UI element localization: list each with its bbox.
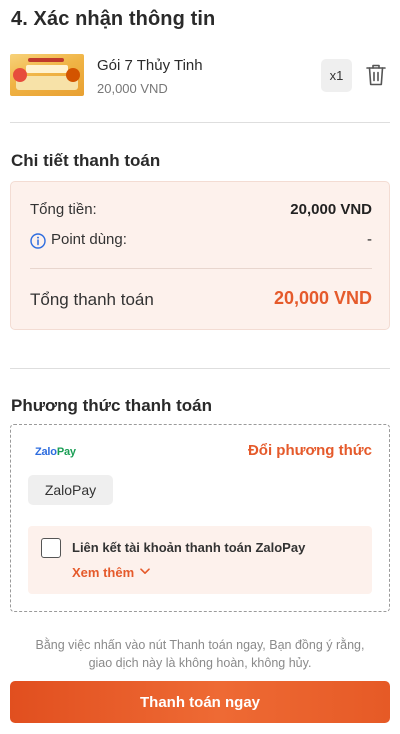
divider: [10, 368, 390, 369]
product-name: Gói 7 Thủy Tinh: [97, 57, 203, 74]
product-row: Gói 7 Thủy Tinh 20,000 VND x1: [10, 54, 390, 100]
link-account-label[interactable]: Liên kết tài khoản thanh toán ZaloPay: [72, 540, 305, 555]
page-title: 4. Xác nhận thông tin: [11, 8, 216, 30]
divider: [30, 268, 372, 269]
chevron-down-icon[interactable]: [140, 568, 150, 575]
see-more-link[interactable]: Xem thêm: [72, 565, 134, 580]
link-account-checkbox[interactable]: [41, 538, 61, 558]
selected-method-chip[interactable]: ZaloPay: [28, 475, 113, 505]
divider: [10, 122, 390, 123]
payment-summary-box: Tổng tiền: 20,000 VND Point dùng: - Tổng…: [10, 181, 390, 330]
quantity-badge[interactable]: x1: [321, 59, 352, 92]
zalopay-logo: ZaloPay: [35, 446, 76, 458]
payment-detail-title: Chi tiết thanh toán: [11, 151, 161, 170]
link-account-panel: Liên kết tài khoản thanh toán ZaloPay Xe…: [28, 526, 372, 594]
total-label: Tổng thanh toán: [30, 290, 154, 309]
disclaimer-text: Bằng việc nhấn vào nút Thanh toán ngay, …: [35, 638, 365, 670]
payment-method-box: ZaloPay Đổi phương thức ZaloPay Liên kết…: [10, 424, 390, 612]
subtotal-label: Tổng tiền:: [30, 201, 97, 218]
points-value: -: [367, 231, 372, 248]
product-price: 20,000 VND: [97, 81, 168, 96]
change-method-link[interactable]: Đổi phương thức: [248, 442, 372, 459]
points-label: Point dùng:: [51, 231, 127, 248]
subtotal-value: 20,000 VND: [290, 201, 372, 218]
product-thumbnail-image: [10, 54, 84, 96]
pay-now-button[interactable]: Thanh toán ngay: [10, 681, 390, 723]
payment-method-title: Phương thức thanh toán: [11, 396, 213, 415]
total-value: 20,000 VND: [273, 288, 372, 308]
info-icon[interactable]: [30, 233, 46, 249]
trash-icon[interactable]: [365, 63, 387, 87]
